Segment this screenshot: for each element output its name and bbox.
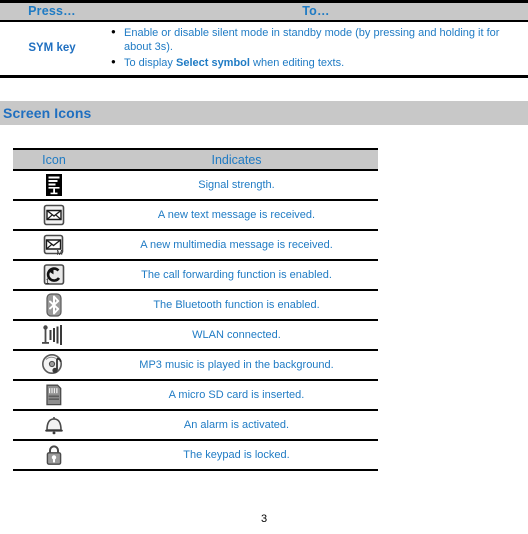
icon-cell — [13, 170, 95, 201]
call-forwarding-icon: 1 — [43, 264, 65, 286]
table-row: SYM key Enable or disable silent mode in… — [0, 20, 528, 78]
table-row: An alarm is activated. — [13, 410, 378, 441]
keypad-lock-icon — [44, 444, 64, 466]
bullet-text: Enable or disable silent mode in standby… — [124, 26, 500, 54]
table-row: 1 The call forwarding function is enable… — [13, 260, 378, 291]
icon-cell — [13, 380, 95, 411]
column-header-indicates: Indicates — [95, 148, 378, 171]
page-title: Screen Icons — [3, 105, 92, 121]
key-functions-table: Press… To… SYM key Enable or disable sil… — [0, 0, 528, 78]
table-row: Signal strength. — [13, 170, 378, 201]
icon-cell — [13, 320, 95, 351]
table-row: A new text message is received. — [13, 200, 378, 231]
icon-description: An alarm is activated. — [95, 410, 378, 441]
new-multimedia-message-icon: M — [43, 234, 65, 257]
bullet-text-bold: Select symbol — [175, 56, 250, 69]
icon-cell — [13, 350, 95, 381]
document-page: Press… To… SYM key Enable or disable sil… — [0, 0, 528, 534]
icon-description: Signal strength. — [95, 170, 378, 201]
signal-strength-icon — [44, 174, 64, 196]
new-text-message-icon — [43, 204, 65, 226]
column-header-icon: Icon — [13, 148, 95, 171]
table-row: WLAN connected. — [13, 320, 378, 351]
mp3-playing-icon — [41, 353, 67, 377]
bullet-text-pre: To display — [124, 56, 176, 69]
icon-cell — [13, 200, 95, 231]
table-row: The keypad is locked. — [13, 440, 378, 471]
icon-description: A new text message is received. — [95, 200, 378, 231]
table-row: The Bluetooth function is enabled. — [13, 290, 378, 321]
icon-description: The Bluetooth function is enabled. — [95, 290, 378, 321]
icon-cell — [13, 410, 95, 441]
micro-sd-card-icon — [44, 384, 64, 406]
column-header-to: To… — [104, 0, 528, 22]
key-label-sym: SYM key — [0, 20, 104, 78]
icon-cell: 1 — [13, 260, 95, 291]
icons-table-header-row: Icon Indicates — [13, 148, 378, 171]
bullet-text-post: when editing texts. — [249, 56, 345, 69]
icon-description: The call forwarding function is enabled. — [95, 260, 378, 291]
screen-icons-table-wrapper: Icon Indicates Signal strength. A new te… — [13, 148, 378, 471]
svg-text:M: M — [57, 248, 63, 256]
table-row: MP3 music is played in the background. — [13, 350, 378, 381]
icon-cell: M — [13, 230, 95, 261]
icon-description: WLAN connected. — [95, 320, 378, 351]
list-item: Enable or disable silent mode in standby… — [110, 25, 527, 55]
icon-description: The keypad is locked. — [95, 440, 378, 471]
screen-icons-table: Icon Indicates Signal strength. A new te… — [13, 148, 378, 471]
alarm-icon — [42, 414, 66, 436]
table-header-row: Press… To… — [0, 0, 528, 22]
section-heading-bar: Screen Icons — [0, 101, 528, 125]
icon-cell — [13, 440, 95, 471]
list-item: To display Select symbol when editing te… — [110, 55, 527, 71]
icon-cell — [13, 290, 95, 321]
icon-description: MP3 music is played in the background. — [95, 350, 378, 381]
svg-text:1: 1 — [46, 279, 50, 286]
table-row: M A new multimedia message is received. — [13, 230, 378, 261]
wlan-connected-icon — [41, 324, 67, 346]
column-header-press: Press… — [0, 0, 104, 22]
icon-description: A new multimedia message is received. — [95, 230, 378, 261]
bluetooth-icon — [45, 293, 63, 317]
page-number: 3 — [260, 513, 268, 525]
key-description-list: Enable or disable silent mode in standby… — [110, 25, 527, 71]
table-row: A micro SD card is inserted. — [13, 380, 378, 411]
key-description-cell: Enable or disable silent mode in standby… — [104, 20, 528, 78]
icon-description: A micro SD card is inserted. — [95, 380, 378, 411]
